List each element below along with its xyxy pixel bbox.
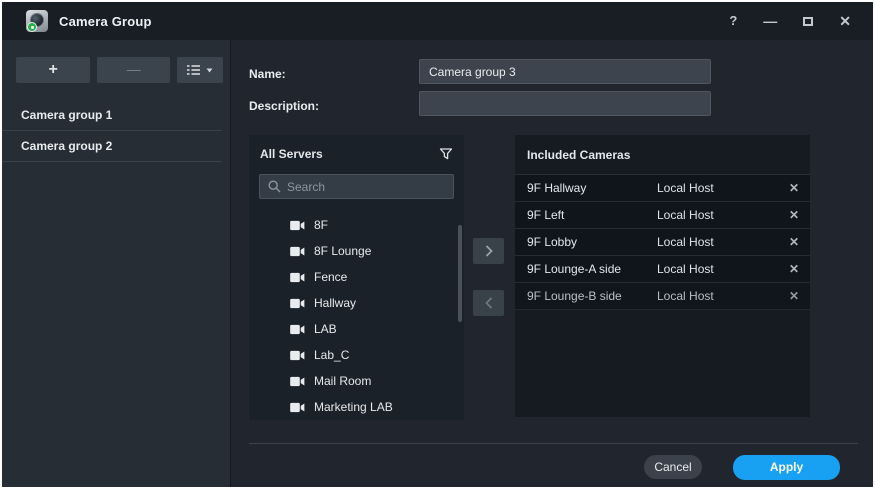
remove-camera-icon[interactable]: ✕: [786, 181, 802, 195]
filter-icon[interactable]: [439, 147, 453, 161]
search-input[interactable]: Search: [259, 174, 454, 199]
minimize-icon[interactable]: —: [763, 14, 777, 28]
camera-icon: [290, 220, 305, 230]
group-sidebar: + — Camera group 1 Camera group 2: [2, 40, 231, 487]
name-input[interactable]: [419, 59, 711, 84]
maximize-icon[interactable]: [803, 16, 814, 26]
remove-group-button[interactable]: —: [97, 57, 170, 83]
surveillance-app-icon: [26, 10, 48, 32]
server-camera-item[interactable]: Marketing LAB: [249, 394, 464, 420]
included-camera-row: 9F Lounge-A side Local Host ✕: [515, 256, 810, 283]
included-camera-row: 9F Left Local Host ✕: [515, 202, 810, 229]
included-camera-server: Local Host: [657, 208, 714, 222]
included-camera-row: 9F Lounge-B side Local Host ✕: [515, 283, 810, 310]
main-content: Name: Description: All Servers Sear: [232, 40, 873, 487]
remove-camera-icon[interactable]: ✕: [786, 289, 802, 303]
sidebar-group-item[interactable]: Camera group 1: [2, 100, 222, 131]
included-camera-name: 9F Lounge-A side: [527, 262, 622, 276]
camera-name: 8F Lounge: [314, 244, 372, 258]
camera-name: Lab_C: [314, 348, 350, 362]
camera-icon: [290, 350, 305, 360]
chevron-left-icon: [484, 297, 492, 309]
server-camera-item[interactable]: Lab_C: [249, 342, 464, 368]
server-camera-item[interactable]: Fence: [249, 264, 464, 290]
included-cameras-header: Included Cameras: [515, 135, 810, 175]
list-view-menu-button[interactable]: [176, 57, 223, 83]
included-camera-row: 9F Hallway Local Host ✕: [515, 175, 810, 202]
add-group-button[interactable]: +: [16, 57, 91, 83]
help-icon[interactable]: ?: [729, 14, 737, 28]
remove-camera-arrow-button[interactable]: [473, 290, 504, 316]
server-camera-item[interactable]: Hallway: [249, 290, 464, 316]
cancel-button[interactable]: Cancel: [644, 455, 702, 479]
add-camera-arrow-button[interactable]: [473, 238, 504, 264]
sidebar-group-item[interactable]: Camera group 2: [2, 131, 222, 162]
green-status-badge: [27, 22, 37, 32]
window-title: Camera Group: [59, 13, 152, 29]
included-camera-server: Local Host: [657, 289, 714, 303]
server-camera-item[interactable]: 8F Lounge: [249, 238, 464, 264]
servers-scrollbar[interactable]: [458, 225, 462, 322]
close-icon[interactable]: ✕: [839, 14, 851, 28]
included-cameras-list: 9F Hallway Local Host ✕ 9F Left Local Host ✕ 9…: [515, 175, 810, 310]
camera-name: 8F: [314, 218, 329, 232]
name-label: Name:: [249, 67, 286, 81]
camera-group-dialog: Camera Group ? — ✕ + — Camera group 1 Ca…: [2, 2, 873, 487]
camera-name: Fence: [314, 270, 348, 284]
camera-icon: [290, 272, 305, 282]
description-input[interactable]: [419, 91, 711, 116]
camera-name: Mail Room: [314, 374, 372, 388]
included-camera-server: Local Host: [657, 181, 714, 195]
all-servers-header: All Servers: [249, 135, 464, 173]
camera-group-list: Camera group 1 Camera group 2: [2, 100, 230, 162]
list-icon: [186, 65, 200, 75]
all-servers-panel: All Servers Search 8F 8F Lounge Fence Hallw…: [249, 135, 464, 420]
included-camera-name: 9F Left: [527, 208, 565, 222]
camera-icon: [290, 376, 305, 386]
included-camera-name: 9F Lounge-B side: [527, 289, 622, 303]
included-camera-row: 9F Lobby Local Host ✕: [515, 229, 810, 256]
footer-divider: [249, 443, 858, 444]
included-cameras-title: Included Cameras: [527, 147, 631, 162]
search-placeholder: Search: [287, 179, 326, 194]
group-toolbar: + —: [2, 40, 230, 98]
camera-name: LAB: [314, 322, 337, 336]
server-camera-list: 8F 8F Lounge Fence Hallway LAB Lab_C Mail Room…: [249, 199, 464, 420]
included-camera-server: Local Host: [657, 262, 714, 276]
chevron-right-icon: [485, 245, 493, 257]
included-cameras-panel: Included Cameras 9F Hallway Local Host ✕ 9F…: [515, 135, 810, 417]
server-camera-item[interactable]: 8F: [249, 212, 464, 238]
camera-name: Marketing LAB: [314, 400, 393, 414]
chevron-down-icon: [206, 68, 213, 72]
included-camera-name: 9F Lobby: [527, 235, 578, 249]
search-icon: [268, 180, 281, 193]
description-label: Description:: [249, 99, 320, 113]
remove-camera-icon[interactable]: ✕: [786, 208, 802, 222]
titlebar: Camera Group ? — ✕: [2, 2, 873, 40]
camera-icon: [290, 324, 305, 334]
screenshot-frame: Camera Group ? — ✕ + — Camera group 1 Ca…: [0, 0, 875, 489]
apply-button[interactable]: Apply: [733, 454, 840, 480]
camera-icon: [290, 246, 305, 256]
server-camera-item[interactable]: LAB: [249, 316, 464, 342]
server-camera-item[interactable]: Mail Room: [249, 368, 464, 394]
camera-icon: [290, 402, 305, 412]
remove-camera-icon[interactable]: ✕: [786, 262, 802, 276]
included-camera-name: 9F Hallway: [527, 181, 587, 195]
camera-icon: [290, 298, 305, 308]
remove-camera-icon[interactable]: ✕: [786, 235, 802, 249]
included-camera-server: Local Host: [657, 235, 714, 249]
all-servers-title: All Servers: [260, 147, 323, 161]
camera-name: Hallway: [314, 296, 357, 310]
footer: Cancel Apply: [232, 452, 873, 482]
